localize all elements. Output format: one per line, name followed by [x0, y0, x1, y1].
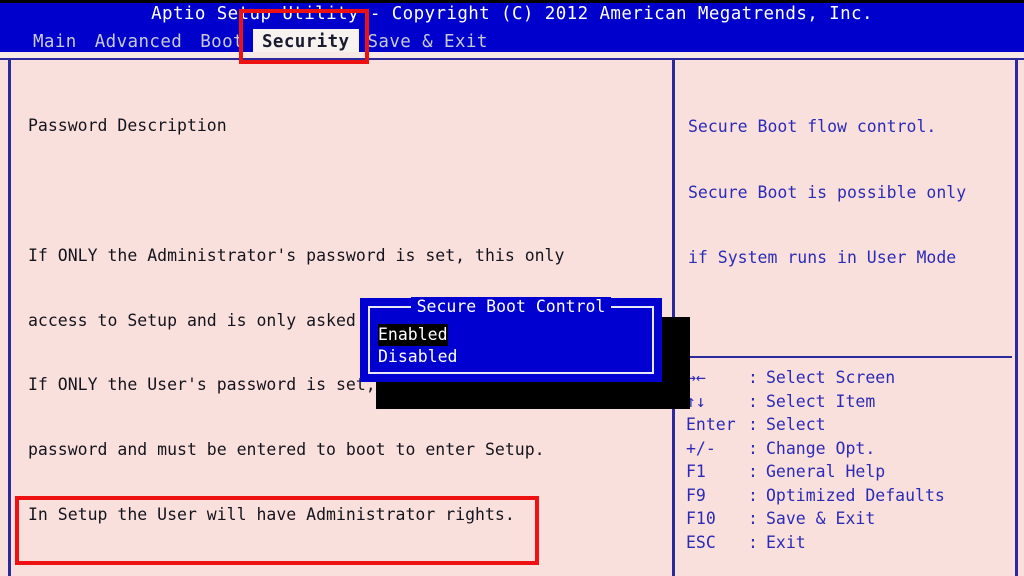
- key-description: Select Item: [766, 391, 876, 411]
- dialog-title-text: Secure Boot Control: [410, 297, 612, 316]
- key-legend-row: +/- : Change Opt.: [686, 437, 1016, 461]
- password-description-heading: Password Description: [28, 116, 227, 136]
- key-name-f9: F9: [686, 485, 706, 505]
- key-description: General Help: [766, 462, 886, 481]
- key-separator: :: [748, 438, 758, 458]
- bios-setup-screen: Aptio Setup Utility - Copyright (C) 2012…: [0, 0, 1024, 576]
- dialog-title: Secure Boot Control: [370, 296, 652, 318]
- key-name-esc: ESC: [686, 532, 716, 552]
- key-separator: :: [748, 509, 758, 528]
- description-line-4: password and must be entered to boot to …: [28, 440, 545, 460]
- panel-left-border: [8, 58, 11, 576]
- key-separator: :: [748, 485, 758, 505]
- dialog-option-enabled[interactable]: Enabled: [378, 324, 448, 346]
- key-legend-row: ↑↓ : Select Item: [686, 390, 1016, 414]
- description-line-5: In Setup the User will have Administrato…: [28, 504, 515, 524]
- help-line-3: if System runs in User Mode: [688, 248, 957, 268]
- key-legend-panel: →← : Select Screen ↑↓ : Select Item Ente…: [686, 366, 1016, 554]
- key-description: Save & Exit: [766, 509, 876, 528]
- dialog-option-disabled[interactable]: Disabled: [378, 346, 457, 368]
- key-description: Optimized Defaults: [766, 485, 945, 505]
- key-description: Exit: [766, 532, 806, 552]
- key-legend-row: F10 : Save & Exit: [686, 507, 1016, 531]
- key-separator: :: [748, 368, 758, 387]
- key-separator: :: [748, 532, 758, 552]
- key-description: Select Screen: [766, 368, 896, 387]
- key-name-enter: Enter: [686, 415, 736, 434]
- key-separator: :: [748, 415, 758, 434]
- key-legend-row: Enter : Select: [686, 413, 1016, 437]
- secure-boot-control-dialog[interactable]: Secure Boot Control Enabled Disabled: [360, 297, 662, 382]
- key-name-f1: F1: [686, 462, 706, 481]
- key-description: Select: [766, 415, 826, 434]
- utility-title: Aptio Setup Utility - Copyright (C) 2012…: [151, 4, 873, 24]
- help-line-2: Secure Boot is possible only: [688, 182, 967, 202]
- help-line-1: Secure Boot flow control.: [688, 117, 937, 136]
- key-description: Change Opt.: [766, 438, 876, 458]
- description-line-1: If ONLY the Administrator's password is …: [28, 245, 565, 265]
- key-name-plus-minus: +/-: [686, 438, 716, 458]
- key-legend-row: F1 : General Help: [686, 460, 1016, 484]
- title-bar: Aptio Setup Utility - Copyright (C) 2012…: [0, 3, 1024, 55]
- key-name-f10: F10: [686, 509, 716, 528]
- key-legend-row: F9 : Optimized Defaults: [686, 484, 1016, 508]
- help-panel-divider: [682, 356, 1012, 358]
- help-text-panel: Secure Boot flow control. Secure Boot is…: [688, 72, 1008, 313]
- key-legend-row: ESC : Exit: [686, 531, 1016, 555]
- key-separator: :: [748, 462, 758, 481]
- dialog-inner-frame: Secure Boot Control Enabled Disabled: [368, 297, 654, 374]
- key-separator: :: [748, 391, 758, 411]
- key-legend-row: →← : Select Screen: [686, 366, 1016, 390]
